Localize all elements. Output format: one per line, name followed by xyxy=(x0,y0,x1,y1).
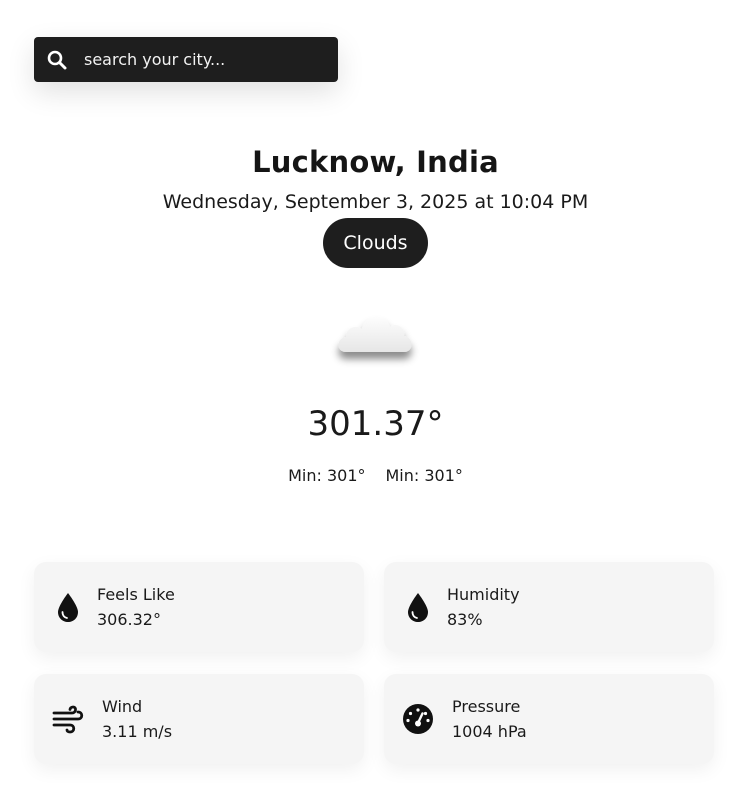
humidity-card: Humidity 83% xyxy=(384,562,714,652)
feels-like-value: 306.32° xyxy=(97,610,161,629)
wind-card: Wind 3.11 m/s xyxy=(34,674,364,764)
min-max-row: Min: 301° Min: 301° xyxy=(0,466,751,485)
condition-badge-wrap: Clouds xyxy=(0,218,751,268)
cloud-icon xyxy=(328,300,423,372)
wind-label: Wind xyxy=(102,697,143,716)
droplet-icon xyxy=(52,591,84,623)
condition-badge: Clouds xyxy=(323,218,428,268)
gauge-icon xyxy=(402,703,434,735)
feels-like-label: Feels Like xyxy=(97,585,175,604)
search-input[interactable] xyxy=(84,50,314,69)
min-temperature: Min: 301° xyxy=(288,466,366,485)
humidity-value: 83% xyxy=(447,610,483,629)
current-temperature: 301.37° xyxy=(307,404,444,444)
page-title: Lucknow, India xyxy=(252,145,499,179)
pressure-value: 1004 hPa xyxy=(452,722,527,741)
pressure-card: Pressure 1004 hPa xyxy=(384,674,714,764)
search-bar[interactable] xyxy=(34,37,338,82)
humidity-label: Humidity xyxy=(447,585,520,604)
weather-page: Lucknow, India Wednesday, September 3, 2… xyxy=(0,0,751,800)
date-time: Wednesday, September 3, 2025 at 10:04 PM xyxy=(162,191,589,213)
wind-icon xyxy=(52,703,84,735)
max-temperature: Min: 301° xyxy=(385,466,463,485)
feels-like-card: Feels Like 306.32° xyxy=(34,562,364,652)
droplet-icon xyxy=(402,591,434,623)
search-icon[interactable] xyxy=(46,49,68,71)
pressure-label: Pressure xyxy=(452,697,521,716)
wind-value: 3.11 m/s xyxy=(102,722,173,741)
